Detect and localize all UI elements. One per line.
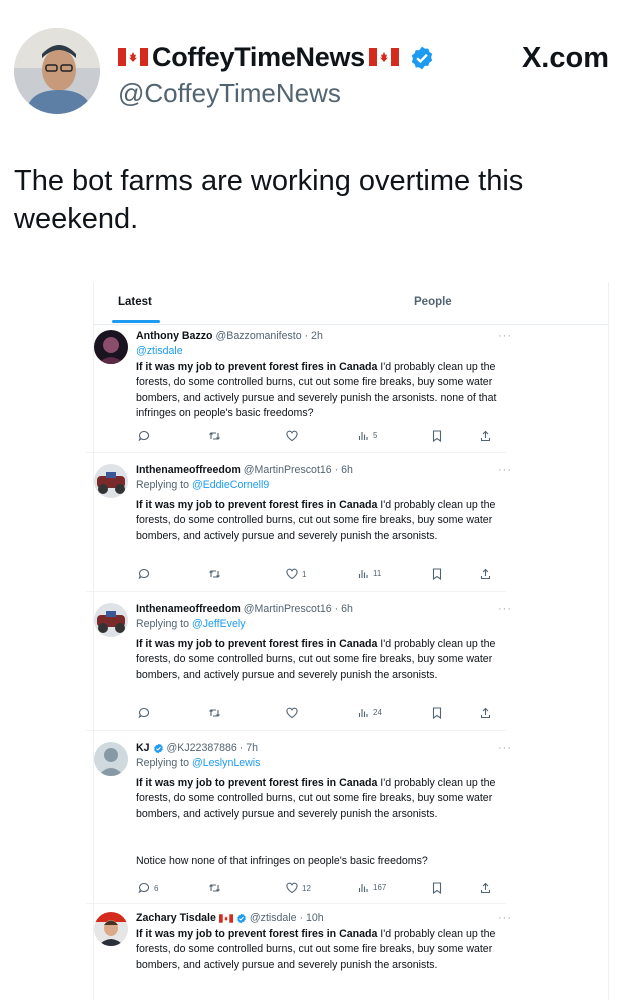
share-icon[interactable] <box>480 882 491 894</box>
reply-icon[interactable] <box>138 430 154 442</box>
bold-text: If it was my job to prevent forest fires… <box>136 499 378 511</box>
reply-mention: @ztisdale <box>136 345 183 357</box>
reply-meta: @ztisdale · 10h <box>249 912 324 924</box>
bold-text: If it was my job to prevent forest fires… <box>136 777 378 789</box>
reply-body: If it was my job to prevent forest fires… <box>136 498 516 544</box>
reply-body: If it was my job to prevent forest fires… <box>136 360 516 422</box>
action-bar: 1 11 <box>136 568 496 584</box>
views-icon[interactable]: 167 <box>358 882 386 893</box>
bold-text: If it was my job to prevent forest fires… <box>136 361 378 373</box>
bold-text: If it was my job to prevent forest fires… <box>136 928 378 940</box>
verified-badge-icon <box>409 45 435 71</box>
reply-icon[interactable] <box>138 568 154 580</box>
x-com-logo: X.com <box>521 42 609 74</box>
reply-author-name[interactable]: Zachary Tisdale <box>136 912 216 924</box>
like-icon[interactable] <box>286 430 302 442</box>
reply-extra-text: Notice how none of that infringes on peo… <box>136 855 428 867</box>
views-icon[interactable]: 11 <box>358 568 381 579</box>
canada-flag-icon <box>368 42 399 73</box>
like-icon[interactable]: 12 <box>286 882 311 894</box>
views-icon[interactable]: 5 <box>358 430 377 441</box>
reply-body: If it was my job to prevent forest fires… <box>136 927 516 973</box>
bookmark-icon[interactable] <box>432 707 442 719</box>
embedded-screenshot: Latest People Anthony Bazzo @Bazzomanife… <box>86 282 609 1000</box>
active-tab-indicator <box>112 320 160 323</box>
views-icon[interactable]: 24 <box>358 707 382 718</box>
verified-badge-icon <box>237 913 246 923</box>
mention-link[interactable]: @EddieCornell9 <box>192 479 269 491</box>
reply-author-name[interactable]: Inthenameoffreedom <box>136 603 241 615</box>
reply-header: Inthenameoffreedom @MartinPrescot16 · 6h <box>136 464 353 476</box>
bookmark-icon[interactable] <box>432 430 442 442</box>
reply-item[interactable]: KJ @KJ22387886 · 7h ··· Replying to @Les… <box>86 742 608 907</box>
author-avatar[interactable] <box>14 28 100 114</box>
reply-meta: @MartinPrescot16 · 6h <box>243 464 353 476</box>
reply-item[interactable]: Inthenameoffreedom @MartinPrescot16 · 6h… <box>86 464 608 594</box>
avatar[interactable] <box>94 742 128 776</box>
reply-author-name[interactable]: Inthenameoffreedom <box>136 464 241 476</box>
retweet-icon[interactable] <box>208 882 221 894</box>
reply-item[interactable]: Anthony Bazzo @Bazzomanifesto · 2h ··· @… <box>86 330 608 455</box>
canada-flag-icon <box>218 913 233 923</box>
reply-body: If it was my job to prevent forest fires… <box>136 637 516 683</box>
action-bar: 5 <box>136 430 496 446</box>
bold-text: If it was my job to prevent forest fires… <box>136 638 378 650</box>
more-options-icon[interactable]: ··· <box>498 464 512 476</box>
divider <box>86 452 506 453</box>
retweet-icon[interactable] <box>208 430 221 442</box>
reply-icon[interactable] <box>138 707 154 719</box>
avatar[interactable] <box>94 330 128 364</box>
reply-header: Zachary Tisdale @ztisdale · 10h <box>136 912 324 924</box>
reply-item[interactable]: Zachary Tisdale @ztisdale · 10h ··· If i… <box>94 912 608 1000</box>
tab-people[interactable]: People <box>414 296 452 308</box>
like-icon[interactable] <box>286 707 302 719</box>
avatar[interactable] <box>94 603 128 637</box>
mention-link[interactable]: @ztisdale <box>136 345 183 357</box>
share-icon[interactable] <box>480 707 491 719</box>
reply-meta: @KJ22387886 · 7h <box>166 742 258 754</box>
more-options-icon[interactable]: ··· <box>498 742 512 754</box>
mention-link[interactable]: @JeffEvely <box>192 618 246 630</box>
action-bar: 6 12 167 <box>136 882 496 898</box>
share-icon[interactable] <box>480 568 491 580</box>
author-name-row[interactable]: CoffeyTimeNews <box>118 42 435 73</box>
more-options-icon[interactable]: ··· <box>498 603 512 615</box>
reply-icon[interactable]: 6 <box>138 882 158 894</box>
tweet-text: The bot farms are working overtime this … <box>14 165 524 235</box>
more-options-icon[interactable]: ··· <box>498 330 512 342</box>
reply-author-name[interactable]: Anthony Bazzo <box>136 330 213 342</box>
divider <box>86 591 506 592</box>
reply-header: KJ @KJ22387886 · 7h <box>136 742 258 754</box>
action-bar: 24 <box>136 707 496 723</box>
reply-item[interactable]: Inthenameoffreedom @MartinPrescot16 · 6h… <box>86 603 608 733</box>
reply-header: Anthony Bazzo @Bazzomanifesto · 2h <box>136 330 323 342</box>
author-handle[interactable]: @CoffeyTimeNews <box>118 78 341 109</box>
author-display-name: CoffeyTimeNews <box>152 42 365 72</box>
avatar[interactable] <box>94 912 128 946</box>
divider <box>86 730 506 731</box>
mention-link[interactable]: @LeslynLewis <box>192 757 260 769</box>
like-icon[interactable]: 1 <box>286 568 306 580</box>
divider <box>86 903 506 904</box>
tab-latest[interactable]: Latest <box>118 296 152 308</box>
replying-to: Replying to @JeffEvely <box>136 618 246 630</box>
retweet-icon[interactable] <box>208 707 221 719</box>
reply-meta: @Bazzomanifesto · 2h <box>215 330 323 342</box>
share-icon[interactable] <box>480 430 491 442</box>
search-tabs: Latest People <box>94 282 608 325</box>
bookmark-icon[interactable] <box>432 882 442 894</box>
canada-flag-icon <box>118 42 148 73</box>
reply-body: If it was my job to prevent forest fires… <box>136 776 516 822</box>
bookmark-icon[interactable] <box>432 568 442 580</box>
tweet-header: CoffeyTimeNews @CoffeyTimeNews X.com <box>14 28 609 118</box>
verified-badge-icon <box>153 743 163 753</box>
reply-author-name[interactable]: KJ <box>136 742 150 754</box>
reply-meta: @MartinPrescot16 · 6h <box>243 603 353 615</box>
retweet-icon[interactable] <box>208 568 221 580</box>
replying-to: Replying to @EddieCornell9 <box>136 479 270 491</box>
avatar[interactable] <box>94 464 128 498</box>
more-options-icon[interactable]: ··· <box>498 912 512 924</box>
reply-header: Inthenameoffreedom @MartinPrescot16 · 6h <box>136 603 353 615</box>
replying-to: Replying to @LeslynLewis <box>136 757 261 769</box>
